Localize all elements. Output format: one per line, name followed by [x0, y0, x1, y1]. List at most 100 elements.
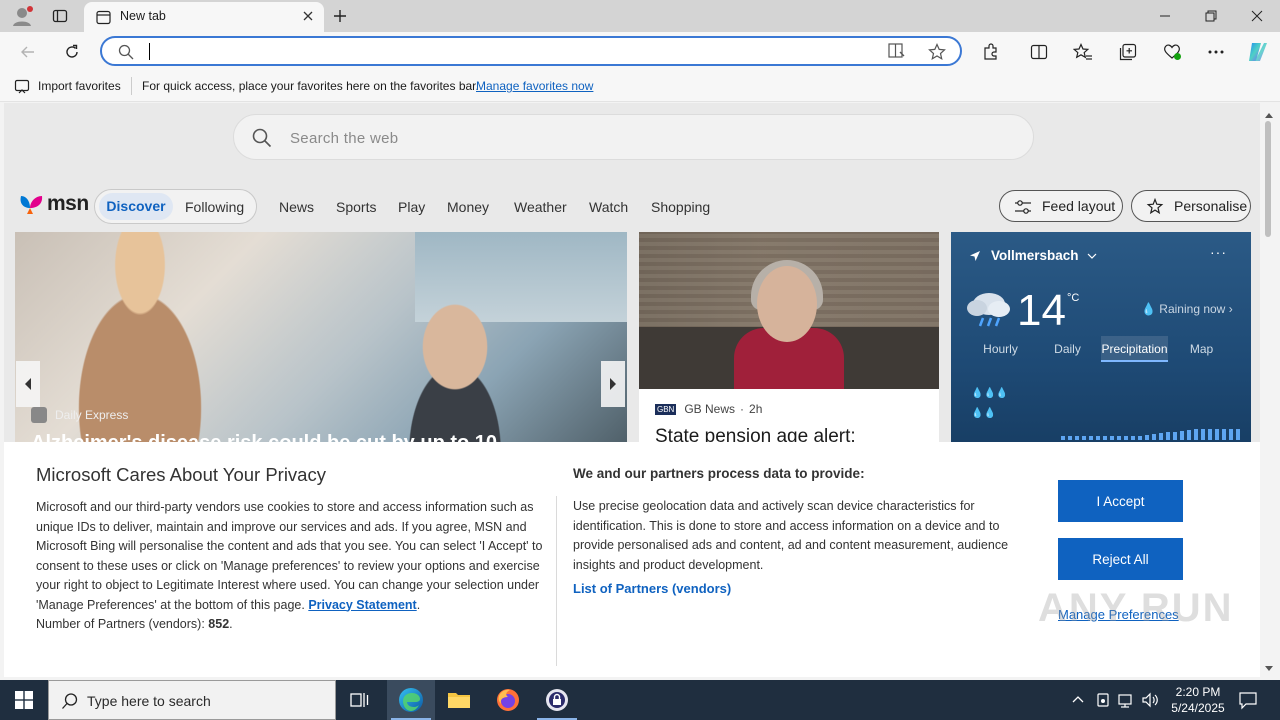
privacy-statement-link[interactable]: Privacy Statement: [308, 598, 416, 612]
weather-tab-precipitation[interactable]: Precipitation: [1101, 336, 1168, 362]
volume-icon[interactable]: [1141, 690, 1159, 713]
favbar-divider: [131, 77, 132, 95]
immersive-reader-icon[interactable]: [888, 43, 906, 62]
privacy-body-text: Microsoft and our third-party vendors us…: [36, 500, 543, 612]
precipitation-bar: [1117, 436, 1121, 440]
precipitation-bar: [1061, 436, 1065, 440]
msn-nav: msn Discover Following News Sports Play …: [4, 183, 1260, 229]
weather-tabs: Hourly Daily Precipitation Map: [967, 336, 1235, 362]
weather-tab-map[interactable]: Map: [1168, 336, 1235, 362]
carousel-prev-button[interactable]: [16, 361, 40, 407]
collections-icon[interactable]: [1115, 39, 1141, 65]
restore-button[interactable]: [1188, 0, 1234, 32]
notifications-icon[interactable]: [1238, 690, 1258, 713]
tab-actions-icon[interactable]: [48, 4, 72, 28]
precipitation-bar: [1201, 429, 1205, 440]
nav-news[interactable]: News: [279, 199, 314, 215]
close-tab-icon[interactable]: [302, 10, 314, 25]
following-tab[interactable]: Following: [185, 199, 244, 215]
meta-dot: ·: [740, 402, 745, 416]
news-card[interactable]: GBN GB News · 2h State pension age alert…: [639, 232, 939, 452]
start-button[interactable]: [0, 680, 48, 720]
clock-date: 5/24/2025: [1171, 701, 1225, 715]
minimize-button[interactable]: [1142, 0, 1188, 32]
weather-location[interactable]: Vollmersbach: [969, 248, 1097, 263]
manage-favorites-link[interactable]: Manage favorites now: [476, 79, 593, 93]
accept-button[interactable]: I Accept: [1058, 480, 1183, 522]
address-bar[interactable]: [100, 36, 962, 66]
browser-essentials-icon[interactable]: [1159, 39, 1185, 65]
personalise-button[interactable]: Personalise: [1131, 190, 1251, 222]
precipitation-bar: [1075, 436, 1079, 440]
carousel-next-button[interactable]: [601, 361, 625, 407]
more-menu-icon[interactable]: [1203, 39, 1229, 65]
weather-tab-daily[interactable]: Daily: [1034, 336, 1101, 362]
weather-temperature: 14: [1017, 286, 1066, 335]
task-view-button[interactable]: [336, 680, 384, 720]
close-window-button[interactable]: [1234, 0, 1280, 32]
refresh-button[interactable]: [59, 39, 85, 65]
page-scrollbar[interactable]: [1260, 103, 1280, 677]
rain-cloud-icon: [965, 288, 1013, 331]
favorites-icon[interactable]: [1070, 39, 1096, 65]
tray-overflow-icon[interactable]: [1071, 690, 1085, 713]
nav-watch[interactable]: Watch: [589, 199, 628, 215]
weather-more-icon[interactable]: ···: [1210, 244, 1227, 260]
sliders-icon: [1014, 198, 1032, 219]
weather-tab-hourly[interactable]: Hourly: [967, 336, 1034, 362]
scroll-up-arrow-icon[interactable]: [1264, 107, 1274, 122]
partners-list-link[interactable]: List of Partners (vendors): [573, 581, 731, 596]
feed-segment-control: Discover Following: [94, 189, 257, 224]
taskbar-firefox[interactable]: [484, 680, 532, 720]
news-card-meta: GBN GB News · 2h: [655, 402, 762, 416]
windows-logo-icon: [15, 691, 33, 709]
reject-all-button[interactable]: Reject All: [1058, 538, 1183, 580]
import-favorites-icon[interactable]: [14, 78, 30, 97]
system-clock[interactable]: 2:20 PM 5/24/2025: [1164, 684, 1232, 716]
tab-new-tab[interactable]: New tab: [84, 2, 324, 32]
precipitation-bar: [1236, 429, 1240, 440]
network-icon[interactable]: [1117, 690, 1135, 713]
copilot-icon[interactable]: [1245, 39, 1271, 65]
new-tab-button[interactable]: [328, 4, 352, 28]
precipitation-bar: [1222, 429, 1226, 440]
nav-weather[interactable]: Weather: [514, 199, 567, 215]
weather-condition[interactable]: 💧 Raining now ›: [1141, 302, 1233, 316]
favorites-bar: Import favorites For quick access, place…: [0, 70, 1280, 102]
taskbar-file-explorer[interactable]: [435, 680, 483, 720]
hero-source: Daily Express: [31, 407, 128, 423]
nav-money[interactable]: Money: [447, 199, 489, 215]
precipitation-bar: [1166, 432, 1170, 440]
precipitation-bar: [1208, 429, 1212, 440]
import-favorites-button[interactable]: Import favorites: [38, 79, 121, 93]
gb-news-logo-icon: GBN: [655, 403, 677, 415]
anyrun-watermark: ANY RUN: [1038, 586, 1234, 630]
taskbar-edge[interactable]: [387, 680, 435, 720]
page-search-box[interactable]: Search the web: [233, 114, 1034, 160]
extensions-icon[interactable]: [978, 39, 1004, 65]
weather-card[interactable]: Vollmersbach ··· 14 °C 💧 Raining now › H…: [951, 232, 1251, 452]
precipitation-bar: [1089, 436, 1093, 440]
nav-shopping[interactable]: Shopping: [651, 199, 710, 215]
raindrop-icon: 💧: [1141, 302, 1156, 316]
scrollbar-thumb[interactable]: [1265, 121, 1271, 237]
hero-carousel-card[interactable]: Daily Express Alzheimer's disease risk c…: [15, 232, 627, 452]
nav-play[interactable]: Play: [398, 199, 425, 215]
profile-icon[interactable]: [10, 4, 34, 28]
address-input[interactable]: [148, 41, 868, 61]
discover-tab[interactable]: Discover: [99, 193, 173, 220]
favorite-star-icon[interactable]: [928, 43, 946, 64]
precipitation-bar: [1096, 436, 1100, 440]
tray-device-icon[interactable]: [1095, 690, 1111, 713]
back-button[interactable]: [15, 39, 41, 65]
nav-sports[interactable]: Sports: [336, 199, 376, 215]
taskbar-search-box[interactable]: Type here to search: [48, 680, 336, 720]
scroll-down-arrow-icon[interactable]: [1264, 661, 1274, 676]
msn-logo-text: msn: [47, 192, 89, 215]
feed-layout-button[interactable]: Feed layout: [999, 190, 1123, 222]
precipitation-bar: [1180, 431, 1184, 440]
privacy-title: Microsoft Cares About Your Privacy: [36, 464, 326, 485]
msn-logo[interactable]: msn: [17, 192, 89, 216]
split-screen-icon[interactable]: [1026, 39, 1052, 65]
taskbar-app-lock[interactable]: [533, 680, 581, 720]
